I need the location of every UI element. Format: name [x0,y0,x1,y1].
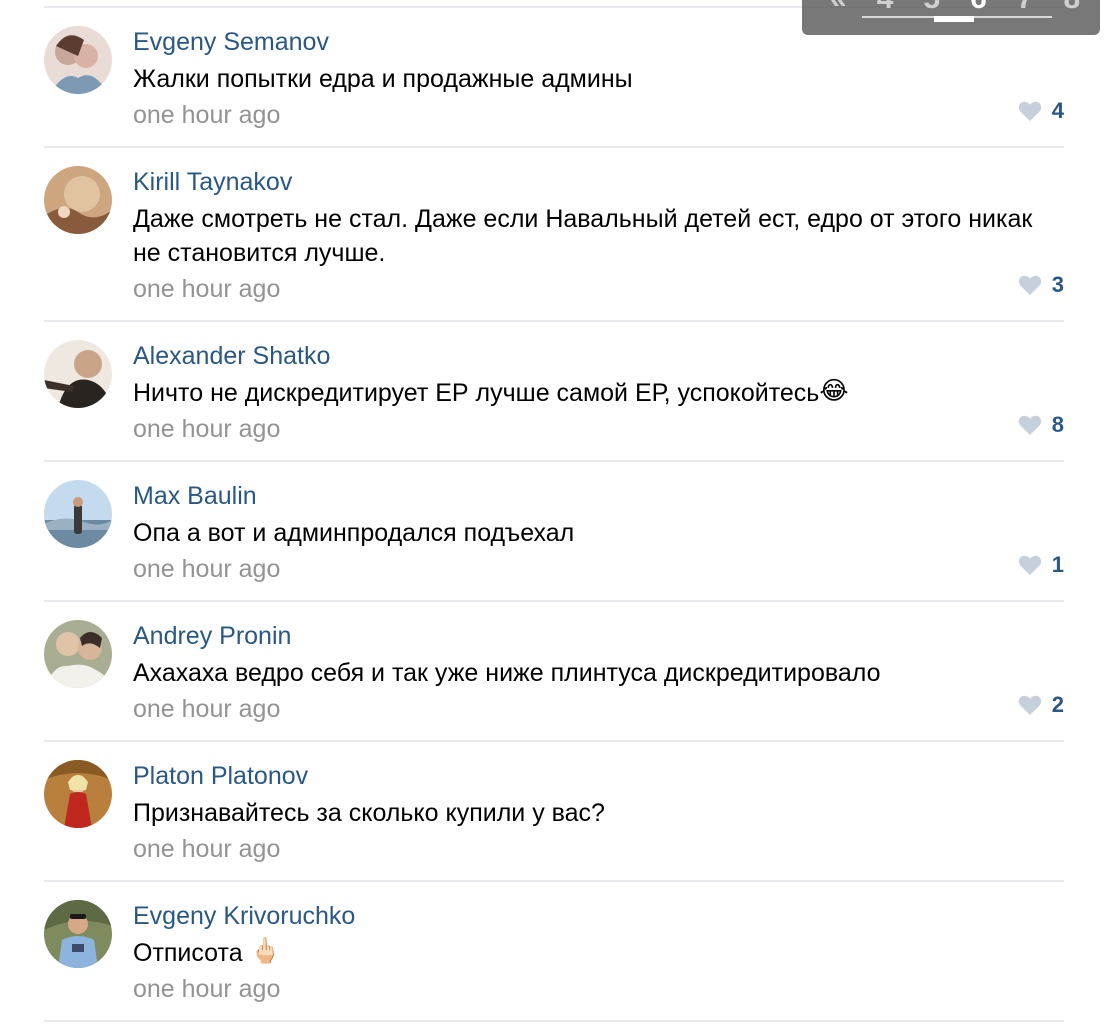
page-number[interactable]: 7 [1017,0,1036,16]
comment-text: Жалки попытки едра и продажные админы [133,62,1058,96]
avatar-image [44,480,112,548]
comment-author[interactable]: Platon Platonov [133,760,308,792]
avatar-image [44,166,112,234]
comment-time[interactable]: one hour ago [133,834,280,864]
avatar[interactable] [44,166,112,234]
avatar[interactable] [44,760,112,828]
heart-icon [1018,275,1041,295]
like-button[interactable]: 3 [1018,270,1064,300]
middle-finger-emoji-icon: 🖕🏻 [249,937,281,966]
comment-author[interactable]: Kirill Taynakov [133,166,292,198]
avatar-image [44,900,112,968]
comment-text: Опа а вот и админпродался подъехал [133,516,1058,550]
comment-list: Evgeny Semanov Жалки попытки едра и прод… [44,0,1064,1022]
comment-text-body: Ничто не дискредитирует ЕР лучше самой Е… [133,379,820,407]
page-number[interactable]: 4 [877,0,896,16]
double-chevron-left-icon[interactable]: « [830,0,849,16]
like-button[interactable]: 1 [1018,550,1064,580]
comment-author[interactable]: Alexander Shatko [133,340,330,372]
comment-text: Ничто не дискредитирует ЕР лучше самой Е… [133,376,1058,410]
comment-item: Evgeny Krivoruchko Отписота 🖕🏻 one hour … [44,882,1064,1022]
page-number[interactable]: 5 [923,0,942,16]
like-button[interactable]: 4 [1018,96,1064,126]
heart-icon [1018,695,1041,715]
comment-item: Alexander Shatko Ничто не дискредитирует… [44,322,1064,462]
like-count: 2 [1051,692,1064,717]
current-page-indicator [934,16,974,22]
comment-text-body: Отписота [133,939,243,967]
comment-author[interactable]: Andrey Pronin [133,620,291,652]
comment-text: Признавайтесь за сколько купили у вас? [133,796,1058,830]
avatar-image [44,26,112,94]
comment-text-body: Даже смотреть не стал. Даже если Навальн… [133,205,1033,267]
avatar-image [44,760,112,828]
comment-author[interactable]: Evgeny Semanov [133,26,329,58]
page-number[interactable]: 8 [1063,0,1082,16]
comment-text: Отписота 🖕🏻 [133,936,1058,970]
comment-time[interactable]: one hour ago [133,974,280,1004]
comment-text: Ахахаха ведро себя и так уже ниже плинту… [133,656,1058,690]
like-count: 4 [1051,98,1064,123]
comment-text-body: Опа а вот и админпродался подъехал [133,519,575,547]
comment-item: Andrey Pronin Ахахаха ведро себя и так у… [44,602,1064,742]
comment-author[interactable]: Max Baulin [133,480,257,512]
heart-icon [1018,415,1041,435]
current-page-number[interactable]: 6 [970,0,989,16]
like-count: 3 [1051,272,1064,297]
comment-time[interactable]: one hour ago [133,100,280,130]
avatar[interactable] [44,900,112,968]
like-button[interactable]: 2 [1018,690,1064,720]
like-count: 8 [1051,412,1064,437]
comment-text: Даже смотреть не стал. Даже если Навальн… [133,202,1058,270]
comment-author[interactable]: Evgeny Krivoruchko [133,900,355,932]
avatar-image [44,620,112,688]
avatar[interactable] [44,26,112,94]
comment-item: Kirill Taynakov Даже смотреть не стал. Д… [44,148,1064,322]
heart-icon [1018,555,1041,575]
page-switcher-track: «45678» [830,0,1100,16]
comment-time[interactable]: one hour ago [133,274,280,304]
avatar-image [44,340,112,408]
comment-item: Max Baulin Опа а вот и админпродался под… [44,462,1064,602]
laughing-emoji-icon: 😂 [819,377,849,406]
comment-text-body: Жалки попытки едра и продажные админы [133,65,633,93]
comment-time[interactable]: one hour ago [133,414,280,444]
comment-text-body: Признавайтесь за сколько купили у вас? [133,799,605,827]
avatar[interactable] [44,340,112,408]
avatar[interactable] [44,620,112,688]
like-count: 1 [1051,552,1064,577]
avatar[interactable] [44,480,112,548]
heart-icon [1018,101,1041,121]
comment-time[interactable]: one hour ago [133,694,280,724]
comment-time[interactable]: one hour ago [133,554,280,584]
like-button[interactable]: 8 [1018,410,1064,440]
comment-text-body: Ахахаха ведро себя и так уже ниже плинту… [133,659,881,687]
comment-item: Platon Platonov Признавайтесь за сколько… [44,742,1064,882]
